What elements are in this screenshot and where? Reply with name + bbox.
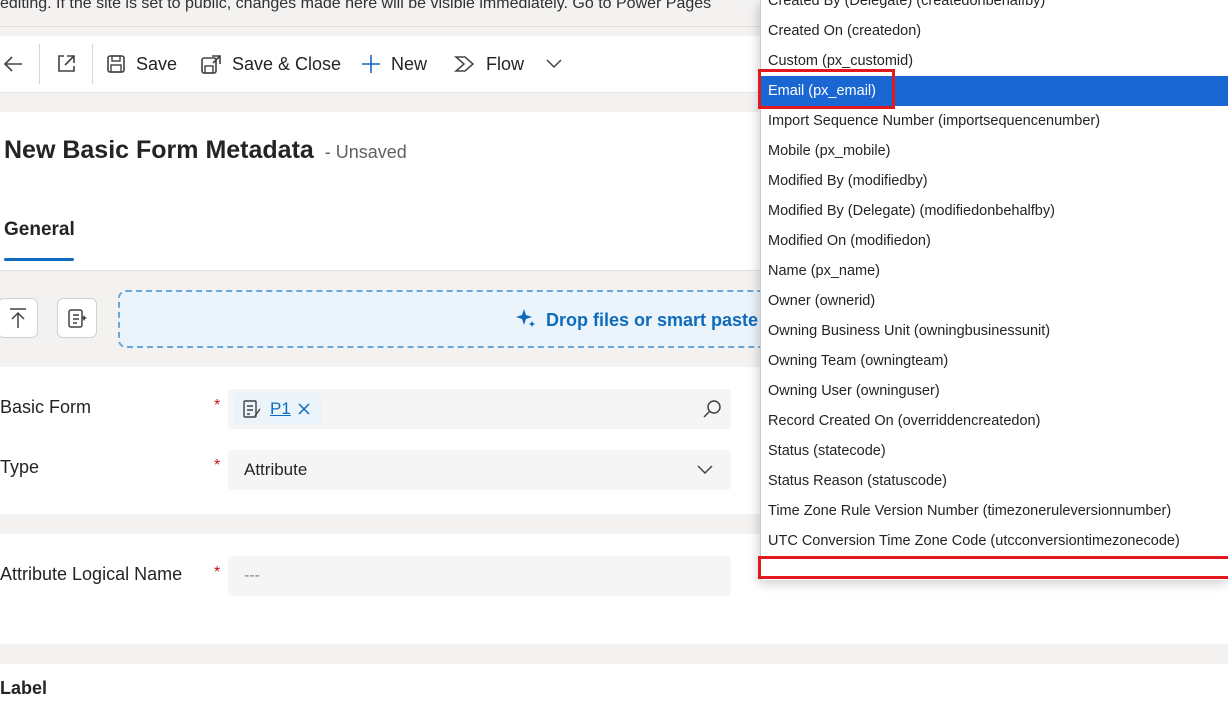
chevron-down-icon — [546, 59, 562, 69]
dropdown-option[interactable]: Owning Team (owningteam) — [761, 346, 1228, 376]
dropdown-option-selected[interactable]: Email (px_email) — [761, 76, 1228, 106]
chevron-down-icon — [697, 465, 713, 475]
dropdown-empty-row — [762, 558, 1228, 578]
dropdown-option[interactable]: Import Sequence Number (importsequencenu… — [761, 106, 1228, 136]
dropdown-option[interactable]: Created By (Delegate) (createdonbehalfby… — [761, 0, 1228, 16]
basic-form-lookup[interactable]: P1 — [228, 389, 731, 429]
dropdown-option[interactable]: Owner (ownerid) — [761, 286, 1228, 316]
dropdown-option[interactable]: Modified By (modifiedby) — [761, 166, 1228, 196]
lookup-tag-link[interactable]: P1 — [270, 399, 291, 419]
dropdown-option[interactable]: Status (statecode) — [761, 436, 1228, 466]
toolbar-divider — [92, 44, 93, 84]
dropdown-option[interactable]: Record Created On (overriddencreatedon) — [761, 406, 1228, 436]
type-label: Type — [0, 457, 40, 477]
attribute-logical-name-label: Attribute Logical Name — [0, 564, 183, 584]
save-and-close-icon — [201, 55, 221, 74]
file-drop-zone[interactable]: Drop files or smart paste fo — [118, 290, 802, 348]
dropdown-option[interactable]: Time Zone Rule Version Number (timezoner… — [761, 496, 1228, 526]
lookup-tag: P1 — [234, 393, 322, 425]
dropdown-option[interactable]: Owning Business Unit (owningbusinessunit… — [761, 316, 1228, 346]
attribute-logical-name-input[interactable]: --- — [228, 556, 731, 596]
form-section-card: Label — [0, 664, 1228, 704]
save-and-close-label: Save & Close — [232, 53, 342, 74]
dropdown-option[interactable]: Owning User (owninguser) — [761, 376, 1228, 406]
clipboard-sparkle-icon — [68, 309, 87, 328]
required-indicator: * — [214, 397, 221, 414]
dropdown-option[interactable]: Custom (px_customid) — [761, 46, 1228, 76]
dropdown-option[interactable]: Created On (createdon) — [761, 16, 1228, 46]
flow-label: Flow — [486, 53, 525, 74]
tab-general[interactable]: General — [4, 219, 75, 241]
arrow-left-icon — [3, 56, 22, 72]
form-record-icon — [243, 400, 261, 418]
page-title: New Basic Form Metadata - Unsaved — [4, 136, 407, 165]
type-select[interactable]: Attribute — [228, 450, 731, 490]
close-icon[interactable] — [298, 403, 310, 415]
flow-button[interactable]: Flow — [454, 36, 562, 92]
required-indicator: * — [214, 564, 221, 581]
upload-icon — [10, 308, 26, 328]
open-in-new-window-icon — [58, 55, 75, 72]
save-icon — [107, 55, 125, 73]
drop-zone-text: Drop files or smart paste fo — [546, 310, 781, 330]
basic-form-label: Basic Form — [0, 397, 92, 417]
type-select-value: Attribute — [244, 460, 308, 479]
toolbar-divider — [39, 44, 40, 84]
dropdown-option[interactable]: Name (px_name) — [761, 256, 1228, 286]
search-icon[interactable] — [702, 399, 722, 419]
save-label: Save — [136, 53, 178, 74]
upload-button[interactable] — [0, 298, 38, 338]
back-button[interactable] — [2, 36, 24, 92]
save-button[interactable]: Save — [106, 36, 177, 92]
dropdown-option[interactable]: Status Reason (statuscode) — [761, 466, 1228, 496]
notification-text: editing. If the site is set to public, c… — [0, 0, 712, 12]
dropdown-option[interactable]: Modified On (modifiedon) — [761, 226, 1228, 256]
label-section-heading: Label — [0, 678, 48, 698]
new-button[interactable]: New — [361, 36, 427, 92]
form-title: New Basic Form Metadata — [4, 136, 314, 164]
sparkle-icon — [516, 309, 535, 327]
dropdown-option[interactable]: Modified By (Delegate) (modifiedonbehalf… — [761, 196, 1228, 226]
plus-icon — [362, 55, 380, 73]
popout-button[interactable] — [55, 36, 77, 92]
flow-icon — [454, 56, 475, 72]
dropdown-option[interactable]: UTC Conversion Time Zone Code (utcconver… — [761, 526, 1228, 556]
smart-paste-button[interactable] — [57, 298, 97, 338]
new-label: New — [391, 53, 428, 74]
save-status: - Unsaved — [324, 142, 407, 162]
attribute-dropdown-list[interactable]: Created By (Delegate) (createdonbehalfby… — [760, 0, 1228, 580]
dropdown-option[interactable]: Mobile (px_mobile) — [761, 136, 1228, 166]
tab-general-indicator — [4, 258, 74, 261]
save-and-close-button[interactable]: Save & Close — [200, 36, 341, 92]
required-indicator: * — [214, 457, 221, 474]
attribute-logical-name-placeholder: --- — [244, 567, 260, 584]
